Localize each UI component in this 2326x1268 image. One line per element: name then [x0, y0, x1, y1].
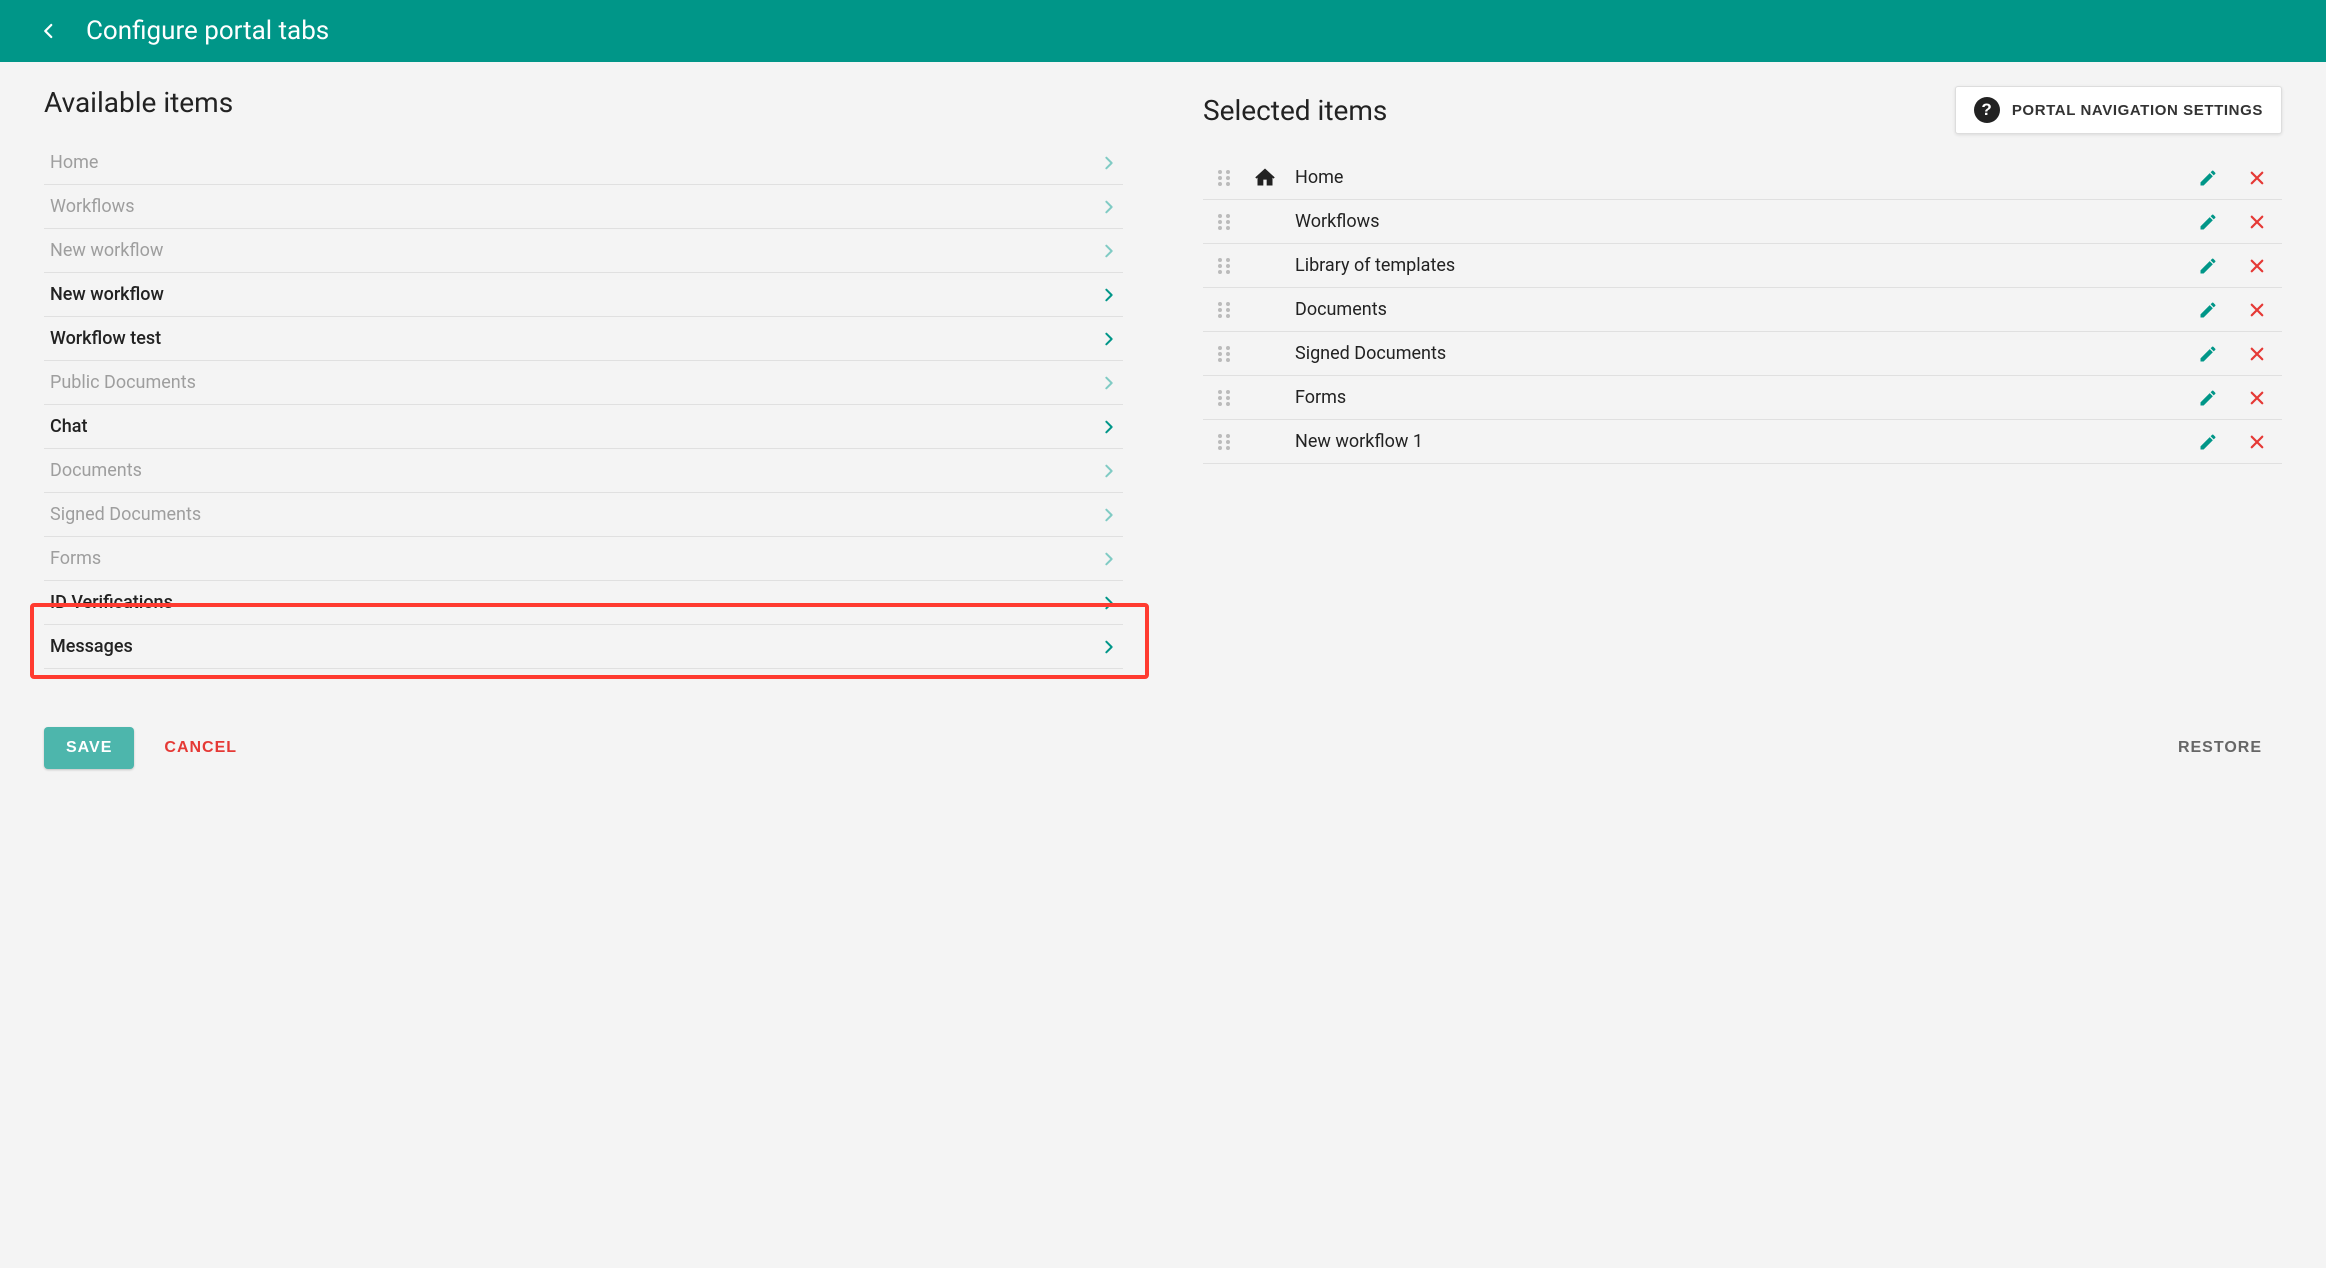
selected-row: Forms	[1203, 376, 2282, 420]
delete-icon[interactable]	[2242, 433, 2272, 451]
drag-handle-icon[interactable]	[1213, 256, 1235, 276]
drag-handle-icon[interactable]	[1213, 212, 1235, 232]
edit-icon[interactable]	[2192, 432, 2224, 452]
cancel-button[interactable]: CANCEL	[164, 739, 237, 757]
available-row[interactable]: Forms	[44, 537, 1123, 581]
selected-row: New workflow 1	[1203, 420, 2282, 464]
selected-row: Home	[1203, 156, 2282, 200]
available-title: Available items	[44, 86, 233, 119]
selected-list: Home Workflows Library of templates Documen…	[1203, 156, 2282, 464]
chevron-right-icon[interactable]	[1101, 419, 1117, 435]
drag-handle-icon[interactable]	[1213, 432, 1235, 452]
selected-item-label: Forms	[1295, 387, 2174, 408]
available-column: Available items Home Workflows New workflo…	[44, 86, 1123, 669]
chevron-right-icon[interactable]	[1101, 595, 1117, 611]
available-row[interactable]: Workflow test	[44, 317, 1123, 361]
selected-column: Selected items ? PORTAL NAVIGATION SETTI…	[1203, 86, 2282, 669]
available-item-label: New workflow	[50, 240, 1101, 261]
header-bar: Configure portal tabs	[0, 0, 2326, 62]
available-list: Home Workflows New workflow New workflow Wor…	[44, 141, 1123, 669]
delete-icon[interactable]	[2242, 213, 2272, 231]
available-item-label: Messages	[50, 636, 1101, 657]
available-row[interactable]: Signed Documents	[44, 493, 1123, 537]
available-row[interactable]: Public Documents	[44, 361, 1123, 405]
drag-handle-icon[interactable]	[1213, 344, 1235, 364]
chevron-right-icon[interactable]	[1101, 375, 1117, 391]
chevron-right-icon[interactable]	[1101, 199, 1117, 215]
available-row[interactable]: New workflow	[44, 229, 1123, 273]
edit-icon[interactable]	[2192, 212, 2224, 232]
help-icon: ?	[1974, 97, 2000, 123]
chevron-right-icon[interactable]	[1101, 507, 1117, 523]
chevron-right-icon[interactable]	[1101, 243, 1117, 259]
drag-handle-icon[interactable]	[1213, 388, 1235, 408]
available-item-label: Forms	[50, 548, 1101, 569]
selected-item-label: New workflow 1	[1295, 431, 2174, 452]
available-row[interactable]: Messages	[44, 625, 1123, 669]
chevron-right-icon[interactable]	[1101, 639, 1117, 655]
chevron-right-icon[interactable]	[1101, 463, 1117, 479]
delete-icon[interactable]	[2242, 169, 2272, 187]
page-title: Configure portal tabs	[86, 16, 329, 46]
selected-title: Selected items	[1203, 94, 1387, 127]
portal-nav-label: PORTAL NAVIGATION SETTINGS	[2012, 102, 2263, 119]
available-item-label: ID Verifications	[50, 592, 1101, 613]
selected-item-label: Home	[1295, 167, 2174, 188]
save-button[interactable]: SAVE	[44, 727, 134, 769]
chevron-right-icon[interactable]	[1101, 331, 1117, 347]
main-content: Available items Home Workflows New workflo…	[0, 62, 2326, 709]
selected-item-label: Library of templates	[1295, 255, 2174, 276]
selected-row: Signed Documents	[1203, 332, 2282, 376]
selected-row: Documents	[1203, 288, 2282, 332]
available-row[interactable]: Workflows	[44, 185, 1123, 229]
available-item-label: Workflows	[50, 196, 1101, 217]
edit-icon[interactable]	[2192, 388, 2224, 408]
edit-icon[interactable]	[2192, 300, 2224, 320]
available-item-label: Public Documents	[50, 372, 1101, 393]
back-icon[interactable]	[40, 22, 58, 40]
restore-button[interactable]: RESTORE	[2178, 739, 2262, 757]
available-item-label: Home	[50, 152, 1101, 173]
action-bar: SAVE CANCEL RESTORE	[0, 709, 2326, 787]
available-item-label: New workflow	[50, 284, 1101, 305]
chevron-right-icon[interactable]	[1101, 551, 1117, 567]
edit-icon[interactable]	[2192, 168, 2224, 188]
available-item-label: Chat	[50, 416, 1101, 437]
selected-row: Library of templates	[1203, 244, 2282, 288]
available-item-label: Signed Documents	[50, 504, 1101, 525]
available-row[interactable]: Documents	[44, 449, 1123, 493]
home-icon	[1253, 168, 1277, 188]
available-row[interactable]: New workflow	[44, 273, 1123, 317]
drag-handle-icon[interactable]	[1213, 168, 1235, 188]
selected-item-label: Signed Documents	[1295, 343, 2174, 364]
available-row[interactable]: Home	[44, 141, 1123, 185]
available-item-label: Documents	[50, 460, 1101, 481]
available-item-label: Workflow test	[50, 328, 1101, 349]
drag-handle-icon[interactable]	[1213, 300, 1235, 320]
delete-icon[interactable]	[2242, 345, 2272, 363]
selected-item-label: Documents	[1295, 299, 2174, 320]
portal-navigation-settings-button[interactable]: ? PORTAL NAVIGATION SETTINGS	[1955, 86, 2282, 134]
delete-icon[interactable]	[2242, 389, 2272, 407]
selected-item-label: Workflows	[1295, 211, 2174, 232]
available-row[interactable]: Chat	[44, 405, 1123, 449]
edit-icon[interactable]	[2192, 344, 2224, 364]
delete-icon[interactable]	[2242, 257, 2272, 275]
edit-icon[interactable]	[2192, 256, 2224, 276]
selected-row: Workflows	[1203, 200, 2282, 244]
chevron-right-icon[interactable]	[1101, 287, 1117, 303]
chevron-right-icon[interactable]	[1101, 155, 1117, 171]
delete-icon[interactable]	[2242, 301, 2272, 319]
available-row[interactable]: ID Verifications	[44, 581, 1123, 625]
